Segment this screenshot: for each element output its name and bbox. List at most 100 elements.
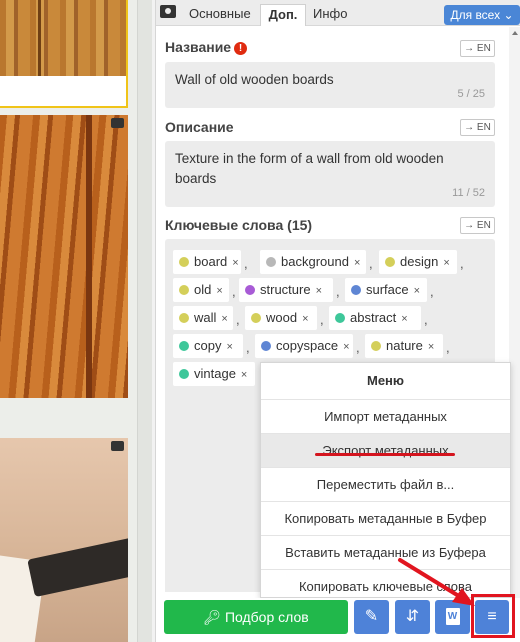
keyword-chip[interactable]: background × — [260, 250, 366, 274]
remove-keyword-icon[interactable]: × — [316, 285, 322, 297]
camera-icon — [111, 118, 124, 128]
keyword-separator: , — [460, 256, 464, 271]
keyword-text: old — [194, 282, 212, 297]
keyword-text: copy — [194, 338, 222, 353]
keyword-separator: , — [320, 312, 324, 327]
keyword-chip[interactable]: nature × — [365, 334, 443, 358]
keyword-color-dot — [179, 341, 189, 351]
remove-keyword-icon[interactable]: × — [401, 313, 407, 325]
keyword-chip[interactable]: vintage × — [173, 362, 255, 386]
keyword-separator: , — [336, 284, 340, 299]
menu-item-paste-metadata[interactable]: Вставить метаданные из Буфера — [261, 535, 510, 569]
tab-bar: Основные Доп. Инфо Для всех ⌄ — [156, 0, 520, 26]
keyword-chip[interactable]: copy × — [173, 334, 243, 358]
match-words-button[interactable]: 🔑︎ Подбор слов — [164, 600, 348, 634]
annotation-highlight-box — [471, 594, 515, 638]
menu-item-import[interactable]: Импорт метаданных — [261, 399, 510, 433]
remove-keyword-icon[interactable]: × — [232, 257, 238, 269]
menu-item-export[interactable]: Экспорт метаданных — [261, 433, 510, 467]
description-field[interactable]: Texture in the form of a wall from old w… — [165, 141, 495, 207]
keyword-text: board — [194, 254, 228, 269]
keyboard-image — [27, 536, 128, 598]
chevron-down-icon: ⌄ — [503, 8, 514, 22]
remove-keyword-icon[interactable]: × — [414, 285, 420, 297]
keyword-color-dot — [179, 313, 189, 323]
match-words-label: Подбор слов — [224, 609, 309, 625]
keyword-text: abstract — [350, 310, 397, 325]
keyword-text: structure — [260, 282, 311, 297]
sort-button[interactable]: ⇵ — [395, 600, 430, 634]
translate-description-button[interactable]: → EN — [460, 119, 495, 136]
translate-keywords-button[interactable]: → EN — [460, 217, 495, 234]
description-heading: Описание — [165, 119, 234, 135]
description-value: Texture in the form of a wall from old w… — [175, 151, 444, 186]
sort-icon: ⇵ — [405, 608, 420, 625]
keyword-text: surface — [366, 282, 409, 297]
remove-keyword-icon[interactable]: × — [221, 313, 227, 325]
keyword-separator: , — [232, 284, 236, 299]
remove-keyword-icon[interactable]: × — [343, 341, 349, 353]
annotation-underline — [315, 453, 455, 456]
menu-item-move[interactable]: Переместить файл в... — [261, 467, 510, 501]
keyword-color-dot — [351, 285, 361, 295]
tab-extra[interactable]: Доп. — [260, 4, 306, 26]
menu-item-copy-metadata[interactable]: Копировать метаданные в Буфер — [261, 501, 510, 535]
column-divider[interactable] — [137, 0, 152, 642]
bottom-toolbar: 🔑︎ Подбор слов ✎ ⇵ W ≡ — [156, 598, 520, 642]
keyword-chip[interactable]: copyspace × — [255, 334, 353, 358]
keyword-separator: , — [244, 256, 248, 271]
keyword-separator: , — [246, 340, 250, 355]
keyword-color-dot — [245, 285, 255, 295]
title-counter: 5 / 25 — [457, 88, 485, 100]
menu-title: Меню — [366, 373, 404, 388]
keyword-chip[interactable]: wood × — [245, 306, 317, 330]
keyword-chip[interactable]: board × — [173, 250, 241, 274]
keyword-separator: , — [446, 340, 450, 355]
remove-keyword-icon[interactable]: × — [241, 369, 247, 381]
description-counter: 11 / 52 — [452, 187, 485, 199]
word-doc-button[interactable]: W — [435, 600, 470, 634]
keyword-chip[interactable]: surface × — [345, 278, 427, 302]
keyword-chip[interactable]: structure × — [239, 278, 333, 302]
pencil-icon: ✎ — [364, 608, 379, 625]
keyword-chip[interactable]: design × — [379, 250, 457, 274]
remove-keyword-icon[interactable]: × — [226, 341, 232, 353]
keyword-color-dot — [371, 341, 381, 351]
remove-keyword-icon[interactable]: × — [302, 313, 308, 325]
thumbnail-desk[interactable] — [0, 438, 128, 642]
thumbnail-selected[interactable] — [0, 0, 128, 108]
keyword-separator: , — [369, 256, 373, 271]
context-menu: Меню Импорт метаданных Экспорт метаданны… — [260, 362, 511, 598]
keyword-chip[interactable]: old × — [173, 278, 229, 302]
keyword-text: vintage — [194, 366, 236, 381]
keyword-text: nature — [386, 338, 423, 353]
edit-button[interactable]: ✎ — [354, 600, 389, 634]
remove-keyword-icon[interactable]: × — [354, 257, 360, 269]
keyword-color-dot — [266, 257, 276, 267]
keyword-chip[interactable]: abstract × — [329, 306, 421, 330]
keywords-heading: Ключевые слова (15) — [165, 217, 313, 233]
keyword-color-dot — [179, 257, 189, 267]
camera-icon[interactable] — [160, 5, 176, 18]
translate-title-button[interactable]: → EN — [460, 40, 495, 57]
remove-keyword-icon[interactable]: × — [428, 341, 434, 353]
keyword-color-dot — [179, 369, 189, 379]
scope-label: Для всех — [450, 8, 501, 22]
remove-keyword-icon[interactable]: × — [216, 285, 222, 297]
tab-main[interactable]: Основные — [189, 6, 251, 21]
keyword-color-dot — [385, 257, 395, 267]
keyword-separator: , — [236, 312, 240, 327]
tab-info[interactable]: Инфо — [313, 6, 347, 21]
title-field[interactable]: Wall of old wooden boards 5 / 25 — [165, 62, 495, 108]
warning-icon: ! — [234, 42, 248, 55]
keyword-separator: , — [356, 340, 360, 355]
word-doc-icon: W — [445, 608, 460, 626]
keyword-separator: , — [430, 284, 434, 299]
scope-dropdown[interactable]: Для всех ⌄ — [444, 5, 520, 25]
remove-keyword-icon[interactable]: × — [443, 257, 449, 269]
keyword-color-dot — [261, 341, 271, 351]
thumbnail-image — [0, 0, 126, 76]
thumbnail-wood[interactable] — [0, 115, 128, 398]
keyword-chip[interactable]: wall × — [173, 306, 233, 330]
scroll-up-icon[interactable] — [512, 31, 518, 35]
